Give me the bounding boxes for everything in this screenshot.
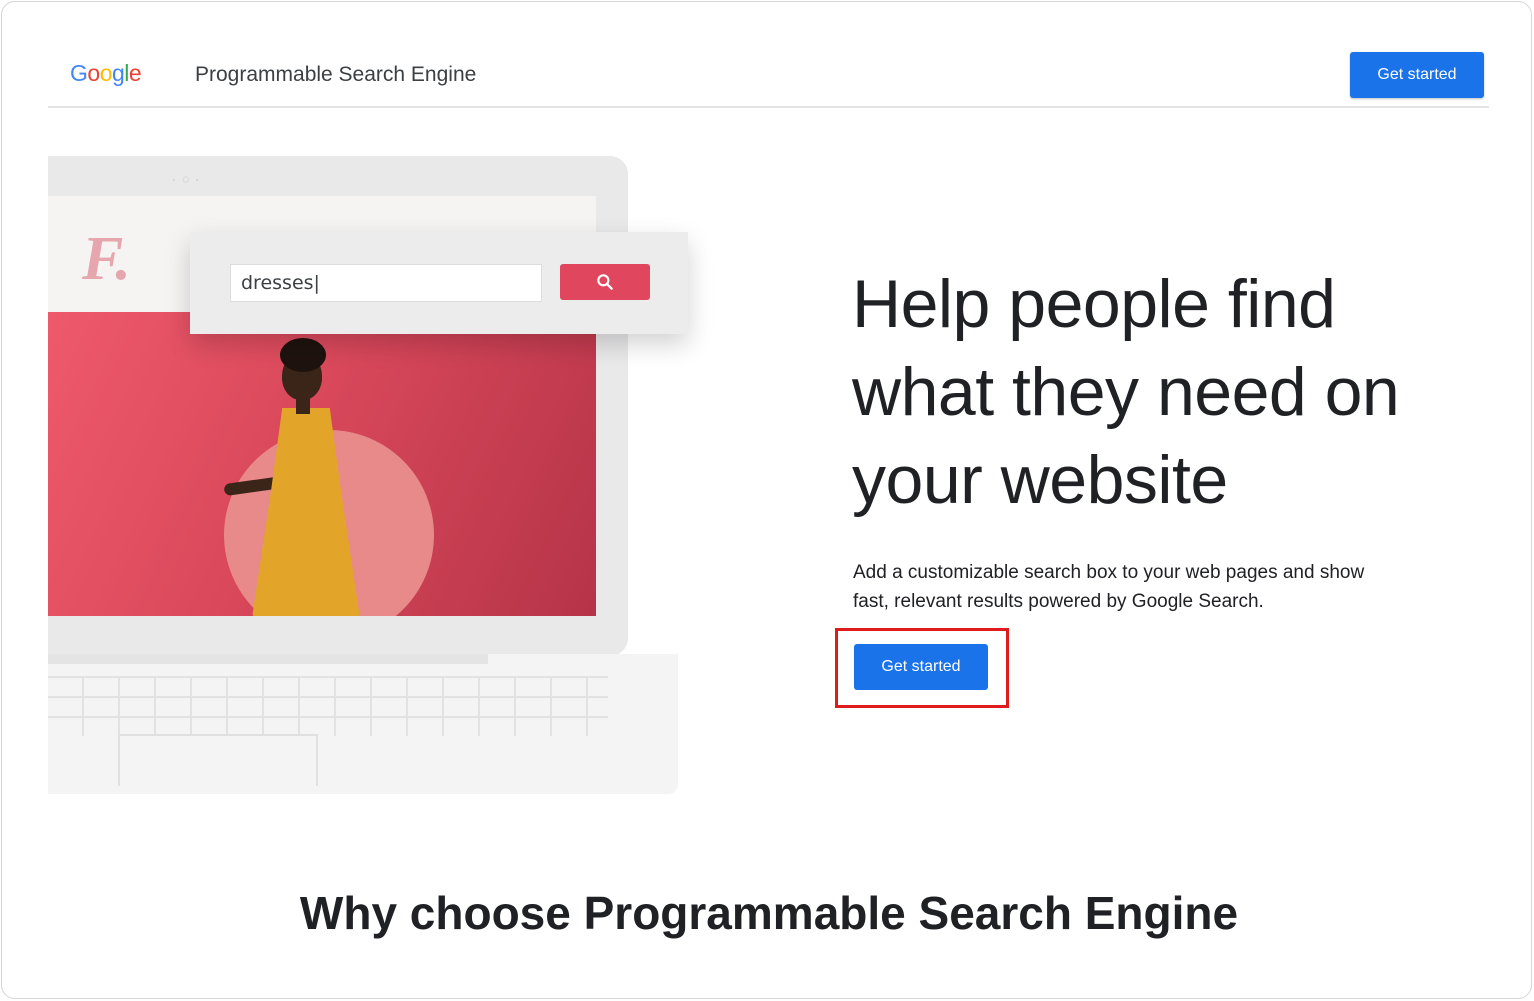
logo-letter: o xyxy=(87,60,100,86)
hero-get-started-button[interactable]: Get started xyxy=(854,644,988,690)
laptop-hinge xyxy=(48,654,488,664)
demo-search-button xyxy=(560,264,650,300)
hero-title: Help people find what they need on your … xyxy=(852,266,1400,518)
google-logo[interactable]: Google xyxy=(70,60,142,87)
demo-search-card: dresses| xyxy=(190,232,688,334)
model-hair xyxy=(280,338,326,372)
logo-letter: g xyxy=(111,60,125,86)
model-photo xyxy=(48,312,596,616)
search-icon xyxy=(597,274,613,290)
demo-search-input: dresses| xyxy=(230,264,542,302)
hero-description: Add a customizable search box to your we… xyxy=(853,562,1365,612)
laptop-illustration: ·◌· F. dresses| xyxy=(48,154,788,804)
top-nav: Google Programmable Search Engine Get st… xyxy=(48,48,1489,108)
keyboard-keys xyxy=(48,676,608,736)
browser-frame: Google Programmable Search Engine Get st… xyxy=(1,1,1532,999)
logo-letter: e xyxy=(128,60,142,86)
laptop-keyboard xyxy=(48,654,678,794)
brand-logo: F. xyxy=(82,225,131,293)
logo-letter: o xyxy=(99,60,113,86)
camera-dots: ·◌· xyxy=(172,172,206,186)
header-get-started-button[interactable]: Get started xyxy=(1350,52,1484,98)
section-title: Why choose Programmable Search Engine xyxy=(299,887,1239,939)
trackpad xyxy=(118,734,318,786)
logo-letter: G xyxy=(70,60,88,86)
product-name[interactable]: Programmable Search Engine xyxy=(195,63,476,87)
